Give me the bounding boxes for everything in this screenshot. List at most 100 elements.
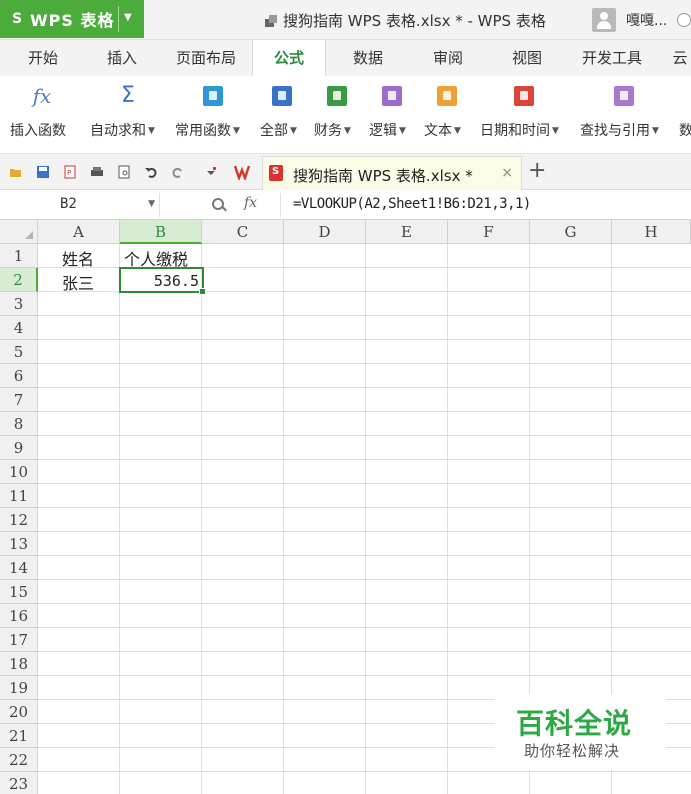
common-functions-button[interactable]: 常用函数 ▼	[175, 76, 249, 154]
tab-data[interactable]: 数据	[344, 40, 392, 76]
export-pdf-icon[interactable]: P	[63, 165, 77, 179]
row-header-14[interactable]: 14	[0, 556, 38, 580]
formula-text[interactable]: =VLOOKUP(A2,Sheet1!B6:D21,3,1)	[293, 196, 531, 212]
common-functions-label: 常用函数 ▼	[175, 123, 240, 139]
close-icon[interactable]: ×	[501, 165, 513, 181]
caret-down-icon[interactable]: ▼	[124, 12, 132, 23]
text-book-icon	[437, 86, 457, 106]
title-bar: S WPS 表格 ▼ 搜狗指南 WPS 表格.xlsx * - WPS 表格 嘎…	[0, 0, 691, 40]
window-title: 搜狗指南 WPS 表格.xlsx * - WPS 表格	[264, 10, 546, 31]
tab-page-layout[interactable]: 页面布局	[170, 40, 242, 76]
column-header-h[interactable]: H	[612, 220, 691, 244]
cell-a2[interactable]: 张三	[62, 270, 94, 294]
column-header-f[interactable]: F	[448, 220, 530, 244]
row-header-20[interactable]: 20	[0, 700, 38, 724]
row-header-7[interactable]: 7	[0, 388, 38, 412]
row-header-3[interactable]: 3	[0, 292, 38, 316]
formula-input[interactable]: =VLOOKUP(A2,Sheet1!B6:D21,3,1)	[280, 193, 688, 217]
app-menu-button[interactable]: S WPS 表格 ▼	[0, 0, 144, 38]
column-gridline	[365, 244, 366, 794]
insert-function-button[interactable]: fx 插入函数	[8, 76, 74, 154]
row-header-9[interactable]: 9	[0, 436, 38, 460]
datetime-functions-button[interactable]: 日期和时间 ▼	[480, 76, 570, 154]
zoom-icon[interactable]	[212, 198, 224, 210]
select-all-corner[interactable]	[0, 220, 38, 244]
document-tab[interactable]: 搜狗指南 WPS 表格.xlsx * ×	[262, 156, 522, 190]
row-header-1[interactable]: 1	[0, 244, 38, 268]
finance-functions-label: 财务 ▼	[314, 123, 351, 139]
save-icon[interactable]	[36, 165, 50, 179]
math-functions-label: 数	[679, 123, 691, 139]
tab-view[interactable]: 视图	[503, 40, 551, 76]
document-tab-label[interactable]: 搜狗指南 WPS 表格.xlsx *	[293, 165, 473, 186]
customize-toolbar-icon[interactable]	[204, 165, 218, 179]
math-functions-button[interactable]: 数	[679, 76, 691, 154]
row-header-4[interactable]: 4	[0, 316, 38, 340]
row-header-23[interactable]: 23	[0, 772, 38, 794]
logic-functions-label: 逻辑 ▼	[369, 123, 406, 139]
cell-b2[interactable]: 536.5	[122, 272, 199, 290]
row-header-19[interactable]: 19	[0, 676, 38, 700]
column-header-e[interactable]: E	[366, 220, 448, 244]
finance-functions-button[interactable]: 财务 ▼	[314, 76, 360, 154]
fx-icon[interactable]: fx	[244, 195, 257, 211]
tab-review[interactable]: 审阅	[424, 40, 472, 76]
row-header-5[interactable]: 5	[0, 340, 38, 364]
column-header-a[interactable]: A	[38, 220, 120, 244]
row-header-22[interactable]: 22	[0, 748, 38, 772]
svg-text:P: P	[67, 169, 71, 177]
cell-a1[interactable]: 姓名	[62, 246, 94, 270]
name-box-value[interactable]: B2	[60, 196, 77, 212]
row-header-15[interactable]: 15	[0, 580, 38, 604]
all-functions-button[interactable]: 全部 ▼	[260, 76, 304, 154]
tab-cloud[interactable]: 云	[668, 40, 691, 76]
redo-icon[interactable]	[171, 165, 185, 179]
undo-icon[interactable]	[144, 165, 158, 179]
row-header-2[interactable]: 2	[0, 268, 38, 292]
chevron-down-icon: ▼	[344, 126, 351, 136]
chevron-down-icon[interactable]: ▼	[148, 199, 155, 209]
user-name[interactable]: 嘎嘎...	[626, 10, 667, 30]
tab-insert[interactable]: 插入	[98, 40, 146, 76]
cell-b1[interactable]: 个人缴税	[124, 246, 188, 270]
name-box[interactable]: B2 ▼	[0, 193, 160, 217]
row-header-10[interactable]: 10	[0, 460, 38, 484]
column-header-g[interactable]: G	[530, 220, 612, 244]
row-header-11[interactable]: 11	[0, 484, 38, 508]
sigma-icon: Σ	[121, 83, 135, 108]
autosum-label: 自动求和 ▼	[90, 123, 155, 139]
autosum-button[interactable]: Σ 自动求和 ▼	[90, 76, 164, 154]
print-icon[interactable]	[90, 165, 104, 179]
column-header-c[interactable]: C	[202, 220, 284, 244]
row-header-6[interactable]: 6	[0, 364, 38, 388]
document-icon	[265, 15, 277, 27]
chevron-down-icon: ▼	[233, 126, 240, 136]
print-preview-icon[interactable]	[117, 165, 131, 179]
column-header-b[interactable]: B	[120, 220, 202, 244]
open-folder-icon[interactable]	[9, 165, 23, 179]
finance-book-icon	[327, 86, 347, 106]
row-header-16[interactable]: 16	[0, 604, 38, 628]
row-header-21[interactable]: 21	[0, 724, 38, 748]
column-header-d[interactable]: D	[284, 220, 366, 244]
wps-w-logo-icon[interactable]	[234, 164, 254, 180]
logic-functions-button[interactable]: 逻辑 ▼	[369, 76, 415, 154]
row-header-18[interactable]: 18	[0, 652, 38, 676]
logic-book-icon	[382, 86, 402, 106]
column-gridline	[201, 244, 202, 794]
lookup-functions-button[interactable]: 查找与引用 ▼	[580, 76, 670, 154]
text-functions-button[interactable]: 文本 ▼	[424, 76, 470, 154]
user-account[interactable]: 嘎嘎...	[592, 4, 691, 36]
tab-formulas[interactable]: 公式	[252, 40, 326, 76]
row-header-8[interactable]: 8	[0, 412, 38, 436]
avatar-icon[interactable]	[592, 8, 616, 32]
tab-start[interactable]: 开始	[18, 40, 68, 76]
ribbon-formulas: fx 插入函数 Σ 自动求和 ▼ 常用函数 ▼ 全部 ▼ 财务 ▼ 逻辑 ▼ 文本 ▼ 日期…	[0, 76, 691, 154]
row-header-12[interactable]: 12	[0, 508, 38, 532]
row-header-13[interactable]: 13	[0, 532, 38, 556]
all-functions-label: 全部 ▼	[260, 123, 297, 139]
row-header-17[interactable]: 17	[0, 628, 38, 652]
lookup-functions-label: 查找与引用 ▼	[580, 123, 659, 139]
new-tab-button[interactable]: +	[528, 158, 546, 184]
tab-developer[interactable]: 开发工具	[576, 40, 648, 76]
